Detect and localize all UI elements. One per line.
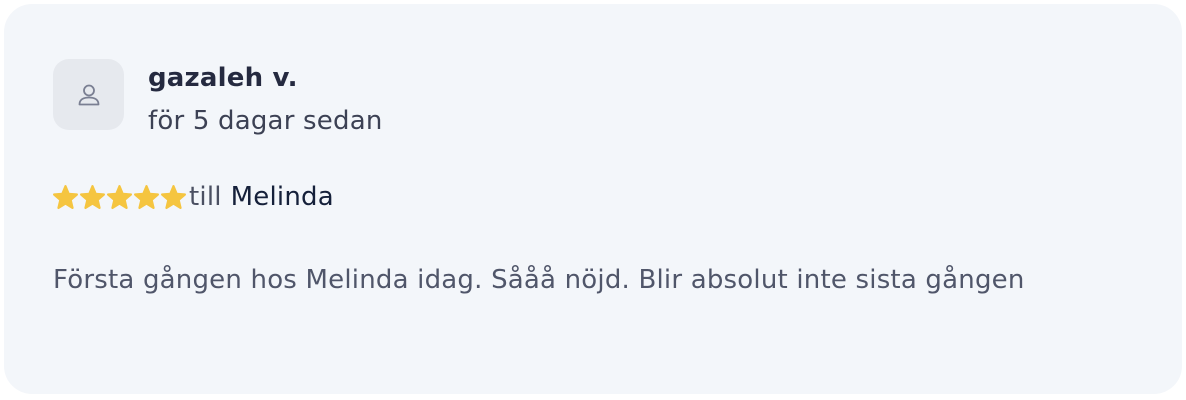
rating-label: till bbox=[189, 182, 222, 212]
review-text: Första gången hos Melinda idag. Sååå nöj… bbox=[53, 265, 1025, 295]
star-icon bbox=[52, 184, 79, 211]
avatar bbox=[53, 59, 124, 130]
star-icon bbox=[133, 184, 160, 211]
star-icon bbox=[79, 184, 106, 211]
rating-row: till Melinda bbox=[52, 179, 334, 215]
staff-name: Melinda bbox=[230, 182, 334, 212]
star-icon bbox=[106, 184, 133, 211]
user-icon bbox=[76, 82, 102, 108]
review-card: gazaleh v. för 5 dagar sedan till Melind… bbox=[4, 4, 1182, 394]
star-icon bbox=[160, 184, 187, 211]
star-rating bbox=[52, 184, 187, 211]
review-author: gazaleh v. bbox=[148, 63, 298, 93]
review-date: för 5 dagar sedan bbox=[148, 106, 383, 136]
